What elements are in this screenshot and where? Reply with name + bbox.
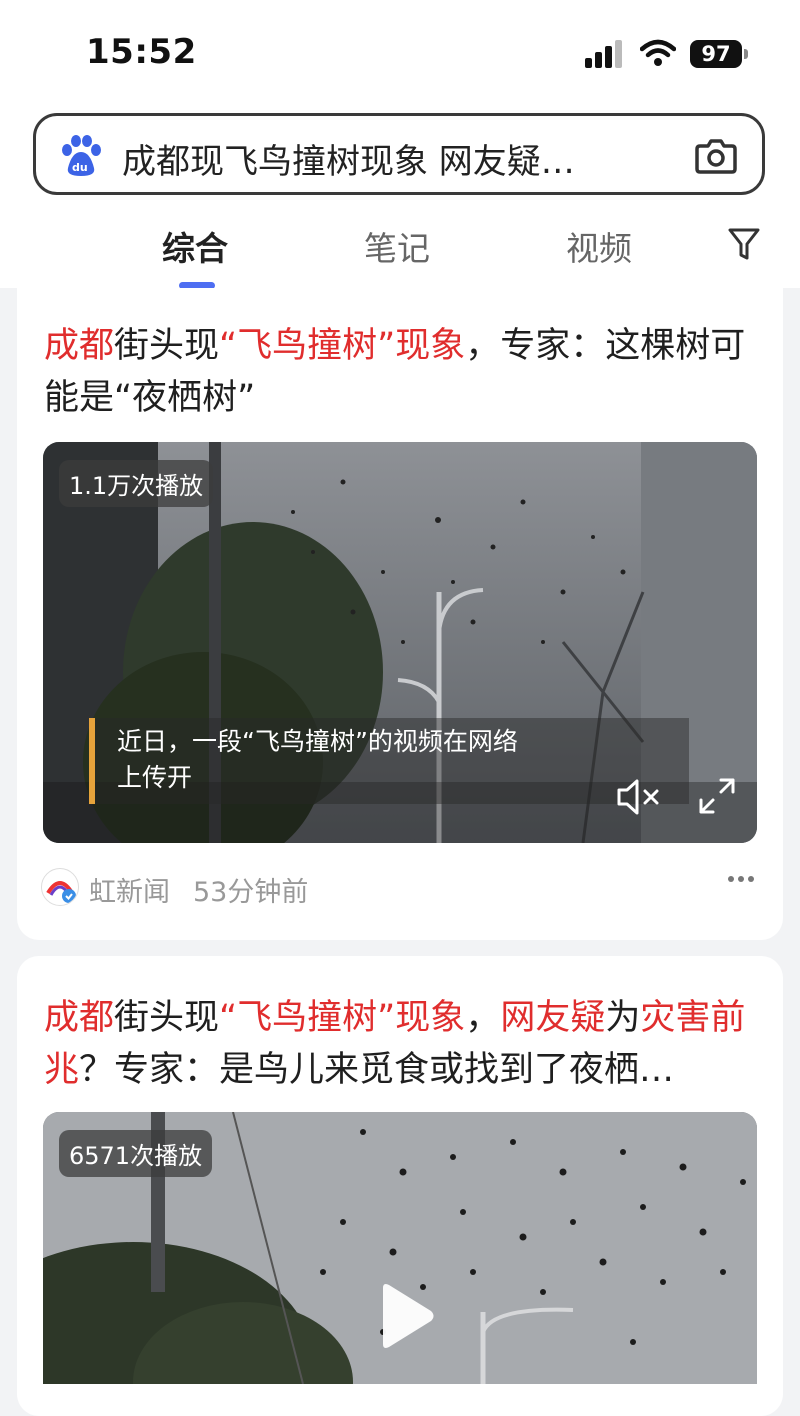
play-icon[interactable] [373, 1280, 437, 1352]
title-segment: 街头现 [114, 326, 220, 366]
battery-indicator: 97 [690, 40, 742, 68]
more-options-icon[interactable] [727, 874, 755, 884]
mute-icon[interactable] [615, 776, 663, 818]
title-segment: “飞鸟撞树”现象 [219, 998, 466, 1038]
result-meta: 虹新闻 53分钟前 [41, 868, 741, 908]
video-player[interactable]: 1.1万次播放 近日，一段“飞鸟撞树”的视频在网络上传开 [43, 442, 757, 843]
tab-notes[interactable]: 笔记 [364, 222, 430, 270]
fullscreen-icon[interactable] [697, 776, 737, 816]
camera-icon[interactable] [694, 136, 738, 176]
title-segment: ？专家：是鸟儿来觅食或找到了夜栖… [79, 1050, 675, 1090]
source-logo-icon [43, 870, 77, 904]
baidu-paw-icon: du [62, 135, 101, 176]
svg-text:du: du [72, 161, 88, 174]
result-card[interactable]: 成都街头现“飞鸟撞树”现象，专家：这棵树可能是“夜栖树” 1.1万次播放 近日，… [17, 288, 783, 940]
source-name[interactable]: 虹新闻 [89, 870, 170, 909]
result-card[interactable]: 成都街头现“飞鸟撞树”现象，网友疑为灾害前兆？专家：是鸟儿来觅食或找到了夜栖… … [17, 956, 783, 1416]
title-segment: 网友疑 [500, 998, 606, 1038]
title-segment: 成都 [44, 998, 115, 1038]
filter-icon[interactable] [727, 226, 761, 262]
result-title[interactable]: 成都街头现“飞鸟撞树”现象，专家：这棵树可能是“夜栖树” [44, 320, 764, 424]
source-avatar [41, 868, 79, 906]
title-segment: 为 [605, 998, 641, 1038]
title-segment: 街头现 [114, 998, 220, 1038]
status-time: 15:52 [86, 32, 197, 72]
play-count: 6571次播放 [59, 1130, 213, 1177]
video-subtitle: 近日，一段“飞鸟撞树”的视频在网络上传开 [117, 727, 518, 792]
search-box[interactable]: du 成都现飞鸟撞树现象 网友疑… [33, 113, 765, 195]
search-query[interactable]: 成都现飞鸟撞树现象 网友疑… [122, 134, 662, 183]
title-segment: ， [465, 998, 501, 1038]
publish-time: 53分钟前 [193, 877, 309, 908]
title-segment: 成都 [44, 326, 115, 366]
tab-all[interactable]: 综合 [162, 222, 228, 270]
play-count: 1.1万次播放 [59, 460, 214, 507]
top-header: 15:52 97 du 成都现飞鸟撞树现象 网友疑… 综合 笔记 视频 [0, 0, 800, 289]
video-player[interactable]: 6571次播放 [43, 1112, 757, 1384]
cellular-signal-icon [585, 40, 622, 68]
video-subtitle-overlay: 近日，一段“飞鸟撞树”的视频在网络上传开 [89, 718, 689, 804]
wifi-icon [640, 39, 676, 66]
battery-tip [744, 49, 748, 59]
title-segment: “飞鸟撞树”现象 [219, 326, 466, 366]
tab-videos[interactable]: 视频 [566, 222, 632, 270]
result-title[interactable]: 成都街头现“飞鸟撞树”现象，网友疑为灾害前兆？专家：是鸟儿来觅食或找到了夜栖… [44, 992, 764, 1096]
status-bar: 15:52 97 [0, 0, 800, 100]
subtitle-accent-bar [89, 718, 95, 804]
